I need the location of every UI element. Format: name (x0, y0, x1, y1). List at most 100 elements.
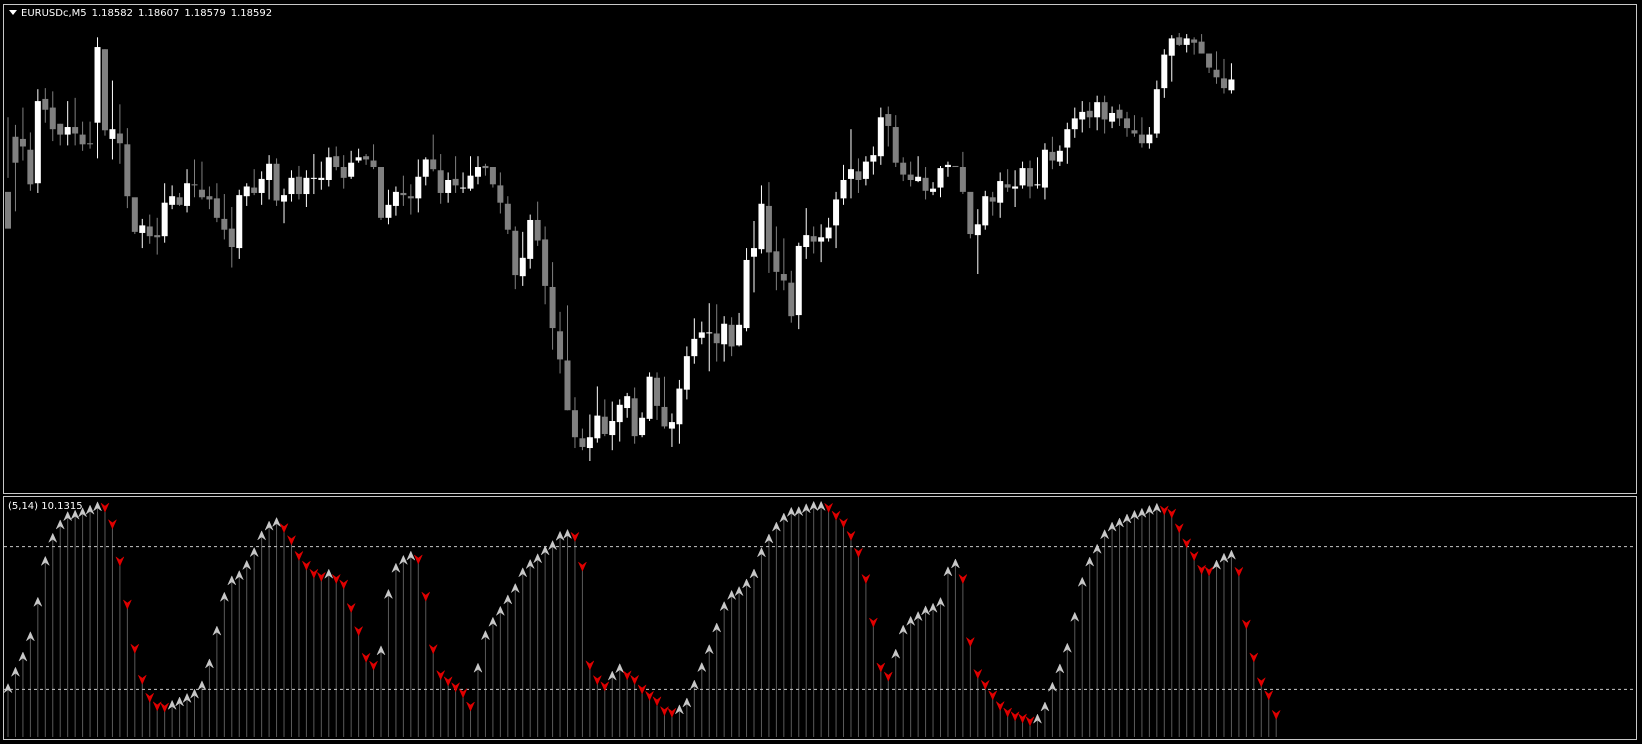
candle-body (1138, 134, 1145, 144)
candle-body (639, 417, 646, 436)
candle-body (974, 224, 981, 236)
candle-body (1228, 79, 1235, 91)
candle (42, 88, 49, 123)
candle (959, 151, 966, 195)
down-arrow-icon (1017, 713, 1028, 724)
down-arrow-icon (122, 599, 132, 610)
candle-body (176, 197, 183, 205)
candle (1124, 111, 1130, 137)
price-chart-canvas[interactable] (4, 5, 1636, 493)
candle (833, 191, 840, 249)
candle-body (422, 159, 429, 177)
candle-body (79, 134, 86, 145)
candle-body (392, 191, 399, 206)
candle-body (1220, 78, 1227, 89)
candle (900, 157, 907, 182)
candle (1198, 34, 1205, 54)
candle (154, 217, 161, 255)
candle-body (1124, 118, 1130, 129)
candle-body (489, 167, 496, 185)
candle-body (721, 323, 728, 345)
candle-body (736, 324, 743, 346)
candle-body (609, 421, 616, 436)
down-arrow-icon (465, 701, 476, 712)
down-arrow-icon (965, 636, 975, 648)
candle (221, 194, 228, 240)
candle-body (661, 406, 668, 427)
down-arrow-icon (980, 679, 990, 691)
candle (728, 317, 735, 357)
candle-body (512, 230, 519, 276)
candle (527, 214, 534, 269)
candle-body (937, 168, 944, 188)
down-arrow-icon (294, 550, 304, 562)
candle-body (1161, 54, 1168, 89)
candle (1064, 122, 1071, 164)
candle (751, 221, 757, 293)
candle-body (870, 155, 877, 162)
candle (206, 186, 213, 210)
price-chart-pane[interactable]: EURUSDc,M5 1.18582 1.18607 1.18579 1.18592 (3, 4, 1637, 494)
candle-body (333, 156, 340, 168)
candle (12, 124, 19, 212)
candle-body (847, 169, 854, 179)
candle-body (474, 167, 481, 177)
candle-body (19, 138, 26, 147)
down-arrow-icon (286, 534, 297, 546)
indicator-canvas[interactable] (4, 497, 1636, 739)
candle (803, 208, 810, 259)
candle-body (564, 360, 571, 411)
candle-body (743, 259, 750, 329)
candle (1071, 107, 1078, 138)
down-arrow-icon (853, 547, 864, 558)
candle (392, 186, 399, 216)
candle-body (915, 176, 922, 182)
quote-open: 1.18582 (91, 8, 133, 19)
candle-body (109, 129, 116, 139)
chart-header: EURUSDc,M5 1.18582 1.18607 1.18579 1.18592 (9, 8, 277, 20)
candle (691, 318, 698, 364)
candle (773, 226, 780, 291)
candle (385, 189, 392, 225)
candle-body (355, 157, 362, 161)
down-arrow-icon (301, 560, 312, 571)
candle (683, 346, 690, 400)
candle (788, 270, 795, 323)
candle (34, 89, 41, 193)
candle-body (967, 191, 974, 235)
candle-body (146, 226, 153, 237)
down-arrow-icon (1025, 716, 1035, 727)
down-arrow-icon (995, 700, 1005, 712)
candle (422, 157, 429, 186)
candle-body (818, 237, 825, 242)
triangle-down-icon[interactable] (9, 10, 17, 15)
candle (482, 163, 489, 176)
candle (288, 170, 295, 202)
candle-body (751, 248, 757, 257)
candle (1206, 53, 1213, 73)
candle (885, 106, 892, 147)
candle (1138, 117, 1145, 148)
candle-body (169, 196, 176, 205)
down-arrow-icon (988, 690, 998, 701)
candle-body (728, 324, 735, 347)
down-arrow-icon (876, 662, 886, 673)
candle (303, 170, 310, 208)
indicator-pane[interactable]: (5,14) 10.1315 (3, 496, 1637, 740)
candle (213, 183, 220, 223)
candle (1049, 136, 1056, 170)
down-arrow-icon (637, 684, 647, 695)
candle-body (1198, 41, 1205, 54)
down-arrow-icon (1189, 550, 1199, 562)
candle-body (952, 165, 959, 168)
candle (176, 192, 183, 206)
candle-body (1064, 129, 1071, 148)
candle-body (251, 187, 258, 193)
candle (355, 148, 362, 163)
candle (258, 171, 265, 205)
candle (870, 146, 877, 175)
down-arrow-icon (838, 517, 849, 529)
candle (1131, 115, 1138, 137)
candle-body (243, 186, 250, 197)
candle-body (668, 422, 675, 429)
